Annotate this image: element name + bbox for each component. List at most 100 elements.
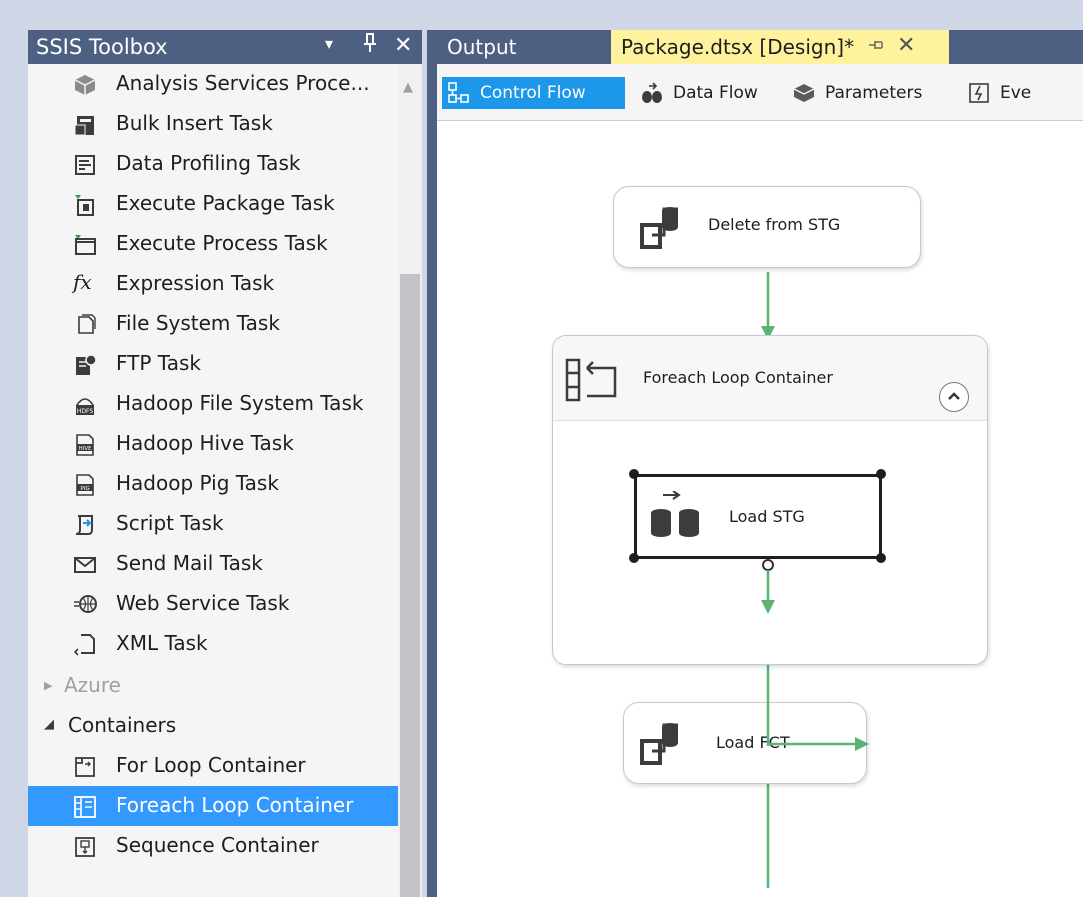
toolbox-item-script[interactable]: Script Task [28, 504, 398, 544]
tab-output-label: Output [447, 35, 517, 59]
document-area: Output Package.dtsx [Design]* ✕ Control … [427, 30, 1083, 897]
toolbox-item-ftp[interactable]: FTP Task [28, 344, 398, 384]
control-flow-canvas[interactable]: Delete from STG Foreach Loop Container L… [437, 120, 1083, 897]
task-load-fct[interactable]: Load FCT [623, 702, 867, 784]
toolbox-group-label: Azure [64, 673, 121, 697]
toolbox-item-label: Hadoop File System Task [116, 391, 364, 415]
data-flow-icon [642, 82, 662, 103]
bulk-insert-icon [74, 116, 94, 136]
resize-handle[interactable] [629, 553, 639, 563]
tab-package-label: Package.dtsx [Design]* [621, 35, 855, 59]
resize-handle[interactable] [876, 469, 886, 479]
toolbox-item-execute-process[interactable]: Execute Process Task [28, 224, 398, 264]
chevron-up-icon [948, 392, 960, 400]
for-loop-icon [75, 757, 95, 777]
toolbox-item-label: Script Task [116, 511, 224, 535]
tab-data-flow[interactable]: Data Flow [635, 77, 775, 109]
toolbox-item-label: Web Service Task [116, 591, 290, 615]
execute-process-icon [75, 235, 96, 255]
scrollbar-thumb[interactable] [400, 274, 420, 897]
toolbox-item-hadoop-hive[interactable]: HIVE Hadoop Hive Task [28, 424, 398, 464]
svg-text:HDFS: HDFS [77, 408, 93, 415]
toolbox-item-web-service[interactable]: Web Service Task [28, 584, 398, 624]
task-label: Delete from STG [708, 215, 841, 234]
toolbox-item-label: Execute Process Task [116, 231, 328, 255]
toolbox-item-label: Foreach Loop Container [116, 793, 354, 817]
tab-label: Eve [1000, 83, 1032, 103]
toolbox-item-label: Sequence Container [116, 833, 319, 857]
toolbox-item-label: Send Mail Task [116, 551, 263, 575]
toolbox-item-label: Hadoop Hive Task [116, 431, 294, 455]
toolbox-item-label: Hadoop Pig Task [116, 471, 279, 495]
tab-control-flow[interactable]: Control Flow [442, 77, 625, 109]
toolbox-group-containers[interactable]: ◢ Containers [28, 706, 398, 746]
toolbox-item-analysis-services[interactable]: Analysis Services Proce... [28, 64, 398, 104]
toolbox-item-label: For Loop Container [116, 753, 306, 777]
dropdown-icon[interactable]: ▾ [325, 34, 333, 53]
execute-sql-icon [640, 207, 678, 249]
toolbox-item-for-loop[interactable]: For Loop Container [28, 746, 398, 786]
task-delete-from-stg[interactable]: Delete from STG [613, 186, 921, 268]
tab-package-design[interactable]: Package.dtsx [Design]* ✕ [611, 30, 949, 64]
xml-icon [73, 634, 95, 656]
close-icon[interactable]: ✕ [394, 33, 412, 58]
toolbox-item-xml[interactable]: XML Task [28, 624, 398, 664]
sequence-container-icon [75, 837, 95, 857]
pin-icon[interactable] [867, 37, 885, 56]
event-handlers-icon [969, 83, 989, 103]
tab-label: Data Flow [673, 83, 758, 103]
hadoop-hdfs-icon: HDFS [76, 398, 94, 415]
tab-label: Control Flow [480, 83, 586, 103]
ssis-toolbox-panel: SSIS Toolbox ▾ ✕ Analysis Services Proce… [28, 30, 422, 897]
toolbox-scrollbar[interactable]: ▲ [398, 64, 422, 897]
tab-label: Parameters [825, 83, 923, 103]
toolbox-item-sequence[interactable]: Sequence Container [28, 826, 398, 866]
toolbox-item-label: Bulk Insert Task [116, 111, 273, 135]
container-label: Foreach Loop Container [643, 368, 833, 387]
task-label: Load STG [729, 507, 805, 526]
collapse-arrow-icon: ◢ [44, 717, 54, 732]
task-load-stg[interactable]: Load STG [634, 474, 882, 559]
toolbox-item-foreach-loop[interactable]: Foreach Loop Container [28, 786, 398, 826]
designer-toolbar: Control Flow Data Flow Parameters Eve [437, 64, 1083, 120]
toolbox-item-label: Analysis Services Proce... [116, 71, 370, 95]
toolbox-item-hadoop-fs[interactable]: HDFS Hadoop File System Task [28, 384, 398, 424]
toolbox-item-send-mail[interactable]: Send Mail Task [28, 544, 398, 584]
collapse-container-button[interactable] [939, 382, 969, 412]
web-service-icon [74, 595, 97, 613]
scroll-up-icon[interactable]: ▲ [403, 80, 413, 95]
task-label: Load FCT [716, 733, 790, 752]
control-flow-icon [448, 82, 469, 103]
tab-output[interactable]: Output [427, 30, 607, 64]
resize-handle[interactable] [629, 469, 639, 479]
pin-icon[interactable] [362, 32, 378, 59]
toolbox-item-hadoop-pig[interactable]: PIG Hadoop Pig Task [28, 464, 398, 504]
script-icon [75, 515, 93, 535]
tab-event-handlers[interactable]: Eve [962, 77, 1083, 109]
tab-parameters[interactable]: Parameters [787, 77, 947, 109]
svg-text:PIG: PIG [80, 486, 89, 492]
toolbox-item-execute-package[interactable]: Execute Package Task [28, 184, 398, 224]
execute-sql-icon [640, 723, 678, 765]
parameters-icon [793, 84, 815, 102]
outgoing-connector[interactable] [757, 558, 781, 618]
toolbox-group-azure[interactable]: ▶ Azure [28, 666, 398, 706]
close-tab-icon[interactable]: ✕ [897, 33, 915, 58]
toolbox-item-data-profiling[interactable]: Data Profiling Task [28, 144, 398, 184]
toolbox-item-bulk-insert[interactable]: Bulk Insert Task [28, 104, 398, 144]
toolbox-group-label: Containers [68, 713, 177, 737]
toolbox-list: Analysis Services Proce... Bulk Insert T… [28, 64, 422, 897]
hadoop-hive-icon: HIVE [76, 434, 94, 456]
mail-icon [74, 557, 96, 573]
expand-arrow-icon: ▶ [44, 679, 53, 692]
toolbox-item-label: Data Profiling Task [116, 151, 301, 175]
toolbox-item-expression[interactable]: fx Expression Task [28, 264, 398, 304]
hadoop-pig-icon: PIG [76, 474, 94, 496]
fx-icon: fx [73, 270, 92, 294]
toolbox-item-label: XML Task [116, 631, 208, 655]
toolbox-item-file-system[interactable]: File System Task [28, 304, 398, 344]
toolbox-item-label: File System Task [116, 311, 280, 335]
resize-handle[interactable] [876, 553, 886, 563]
toolbox-item-label: FTP Task [116, 351, 201, 375]
execute-package-icon [75, 195, 94, 216]
